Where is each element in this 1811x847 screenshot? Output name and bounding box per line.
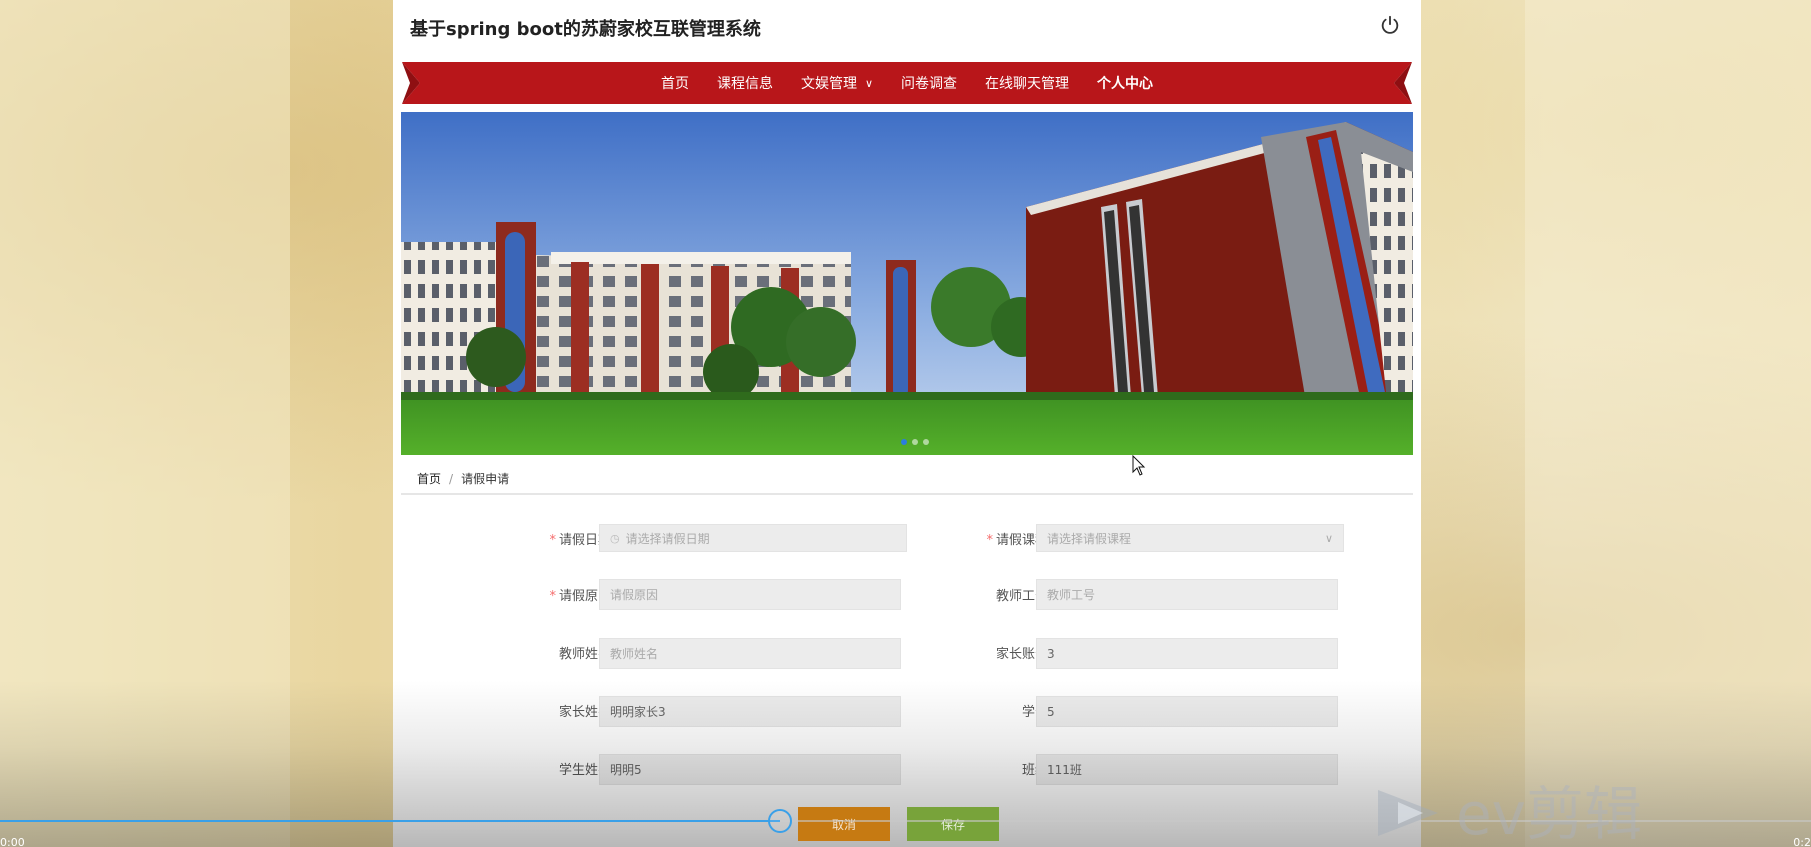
field-value: 明明5 xyxy=(610,763,642,777)
nav-item-survey[interactable]: 问卷调查 xyxy=(887,62,971,104)
nav-item-label: 个人中心 xyxy=(1097,76,1154,92)
required-mark: * xyxy=(549,589,556,604)
power-icon[interactable] xyxy=(1379,14,1401,36)
leave-course-select[interactable]: 请选择请假课程 ∨ xyxy=(1036,524,1344,552)
video-progress-handle[interactable] xyxy=(768,809,792,833)
nav-item-label: 首页 xyxy=(660,76,689,92)
banner-carousel[interactable] xyxy=(401,112,1413,455)
video-time-total: 0:2 xyxy=(1793,836,1811,847)
nav-item-label: 在线聊天管理 xyxy=(985,76,1070,92)
nav-ribbon: 首页 课程信息 文娱管理 ∨ 问卷调查 在线聊天管理 个人中心 xyxy=(402,62,1412,104)
teacher-name-label: 教师姓名 xyxy=(491,643,611,662)
leave-date-picker[interactable]: ◷ 请选择请假日期 xyxy=(599,524,907,552)
video-progress-fill xyxy=(0,820,780,822)
carousel-dot[interactable] xyxy=(912,439,918,445)
video-time-current: 0:00 xyxy=(0,836,25,847)
parent-name-input[interactable]: 明明家长3 xyxy=(599,696,901,727)
background-right-panel xyxy=(1525,0,1811,847)
breadcrumb-current: 请假申请 xyxy=(461,472,510,486)
carousel-dot[interactable] xyxy=(923,439,929,445)
site-title: 基于spring boot的苏蔚家校互联管理系统 xyxy=(410,19,761,40)
field-value: 3 xyxy=(1047,646,1055,661)
main-nav: 首页 课程信息 文娱管理 ∨ 问卷调查 在线聊天管理 个人中心 xyxy=(402,62,1412,104)
leave-date-label: * 请假日期 xyxy=(491,529,611,548)
background-left-panel xyxy=(0,0,290,847)
placeholder-text: 教师工号 xyxy=(1047,588,1096,602)
placeholder-text: 请假原因 xyxy=(610,588,659,602)
campus-photo xyxy=(401,112,1413,455)
chevron-down-icon: ∨ xyxy=(864,76,874,90)
placeholder-text: 教师姓名 xyxy=(610,647,659,661)
top-header: 基于spring boot的苏蔚家校互联管理系统 xyxy=(393,0,1421,58)
nav-item-label: 课程信息 xyxy=(716,76,773,92)
nav-item-courses[interactable]: 课程信息 xyxy=(703,62,787,104)
mouse-cursor-icon xyxy=(1132,455,1146,476)
student-id-label: 学号 xyxy=(928,701,1048,720)
parent-account-label: 家长账号 xyxy=(928,643,1048,662)
parent-account-input[interactable]: 3 xyxy=(1036,638,1338,669)
field-value: 111班 xyxy=(1047,763,1082,777)
chevron-down-icon: ∨ xyxy=(1324,531,1333,545)
cancel-button[interactable]: 取消 xyxy=(798,807,890,841)
divider xyxy=(401,493,1413,495)
placeholder-text: 请选择请假课程 xyxy=(1047,531,1132,546)
teacher-name-input[interactable]: 教师姓名 xyxy=(599,638,901,669)
parent-name-label: 家长姓名 xyxy=(491,701,611,720)
teacher-id-label: 教师工号 xyxy=(928,585,1048,604)
required-mark: * xyxy=(549,533,556,548)
required-mark: * xyxy=(986,533,993,548)
nav-item-profile[interactable]: 个人中心 xyxy=(1083,62,1167,104)
watermark-text: ev剪辑 xyxy=(1456,782,1642,844)
save-button[interactable]: 保存 xyxy=(907,807,999,841)
nav-item-label: 问卷调查 xyxy=(901,76,958,92)
breadcrumb-home[interactable]: 首页 xyxy=(417,472,441,486)
field-value: 5 xyxy=(1047,704,1055,719)
nav-item-chat[interactable]: 在线聊天管理 xyxy=(971,62,1083,104)
placeholder-text: 请选择请假日期 xyxy=(625,531,710,546)
main-container: 基于spring boot的苏蔚家校互联管理系统 首页 课程信息 文娱管理 ∨ 问… xyxy=(393,0,1421,847)
carousel-dot[interactable] xyxy=(901,439,907,445)
class-input[interactable]: 111班 xyxy=(1036,754,1338,785)
leave-reason-label: * 请假原因 xyxy=(491,585,611,604)
leave-reason-input[interactable]: 请假原因 xyxy=(599,579,901,610)
leave-course-label: * 请假课程 xyxy=(928,529,1048,548)
nav-item-home[interactable]: 首页 xyxy=(647,62,703,104)
carousel-dots xyxy=(901,439,929,445)
breadcrumb: 首页 / 请假申请 xyxy=(417,470,509,487)
breadcrumb-separator: / xyxy=(449,472,454,486)
clock-icon: ◷ xyxy=(610,531,620,545)
ev-logo-watermark: ev剪辑 xyxy=(1378,782,1642,844)
student-id-input[interactable]: 5 xyxy=(1036,696,1338,727)
class-label: 班级 xyxy=(928,759,1048,778)
field-value: 明明家长3 xyxy=(610,705,666,719)
nav-item-entertainment[interactable]: 文娱管理 ∨ xyxy=(787,62,887,104)
student-name-label: 学生姓名 xyxy=(491,759,611,778)
nav-item-label: 文娱管理 xyxy=(800,76,857,92)
student-name-input[interactable]: 明明5 xyxy=(599,754,901,785)
teacher-id-input[interactable]: 教师工号 xyxy=(1036,579,1338,610)
